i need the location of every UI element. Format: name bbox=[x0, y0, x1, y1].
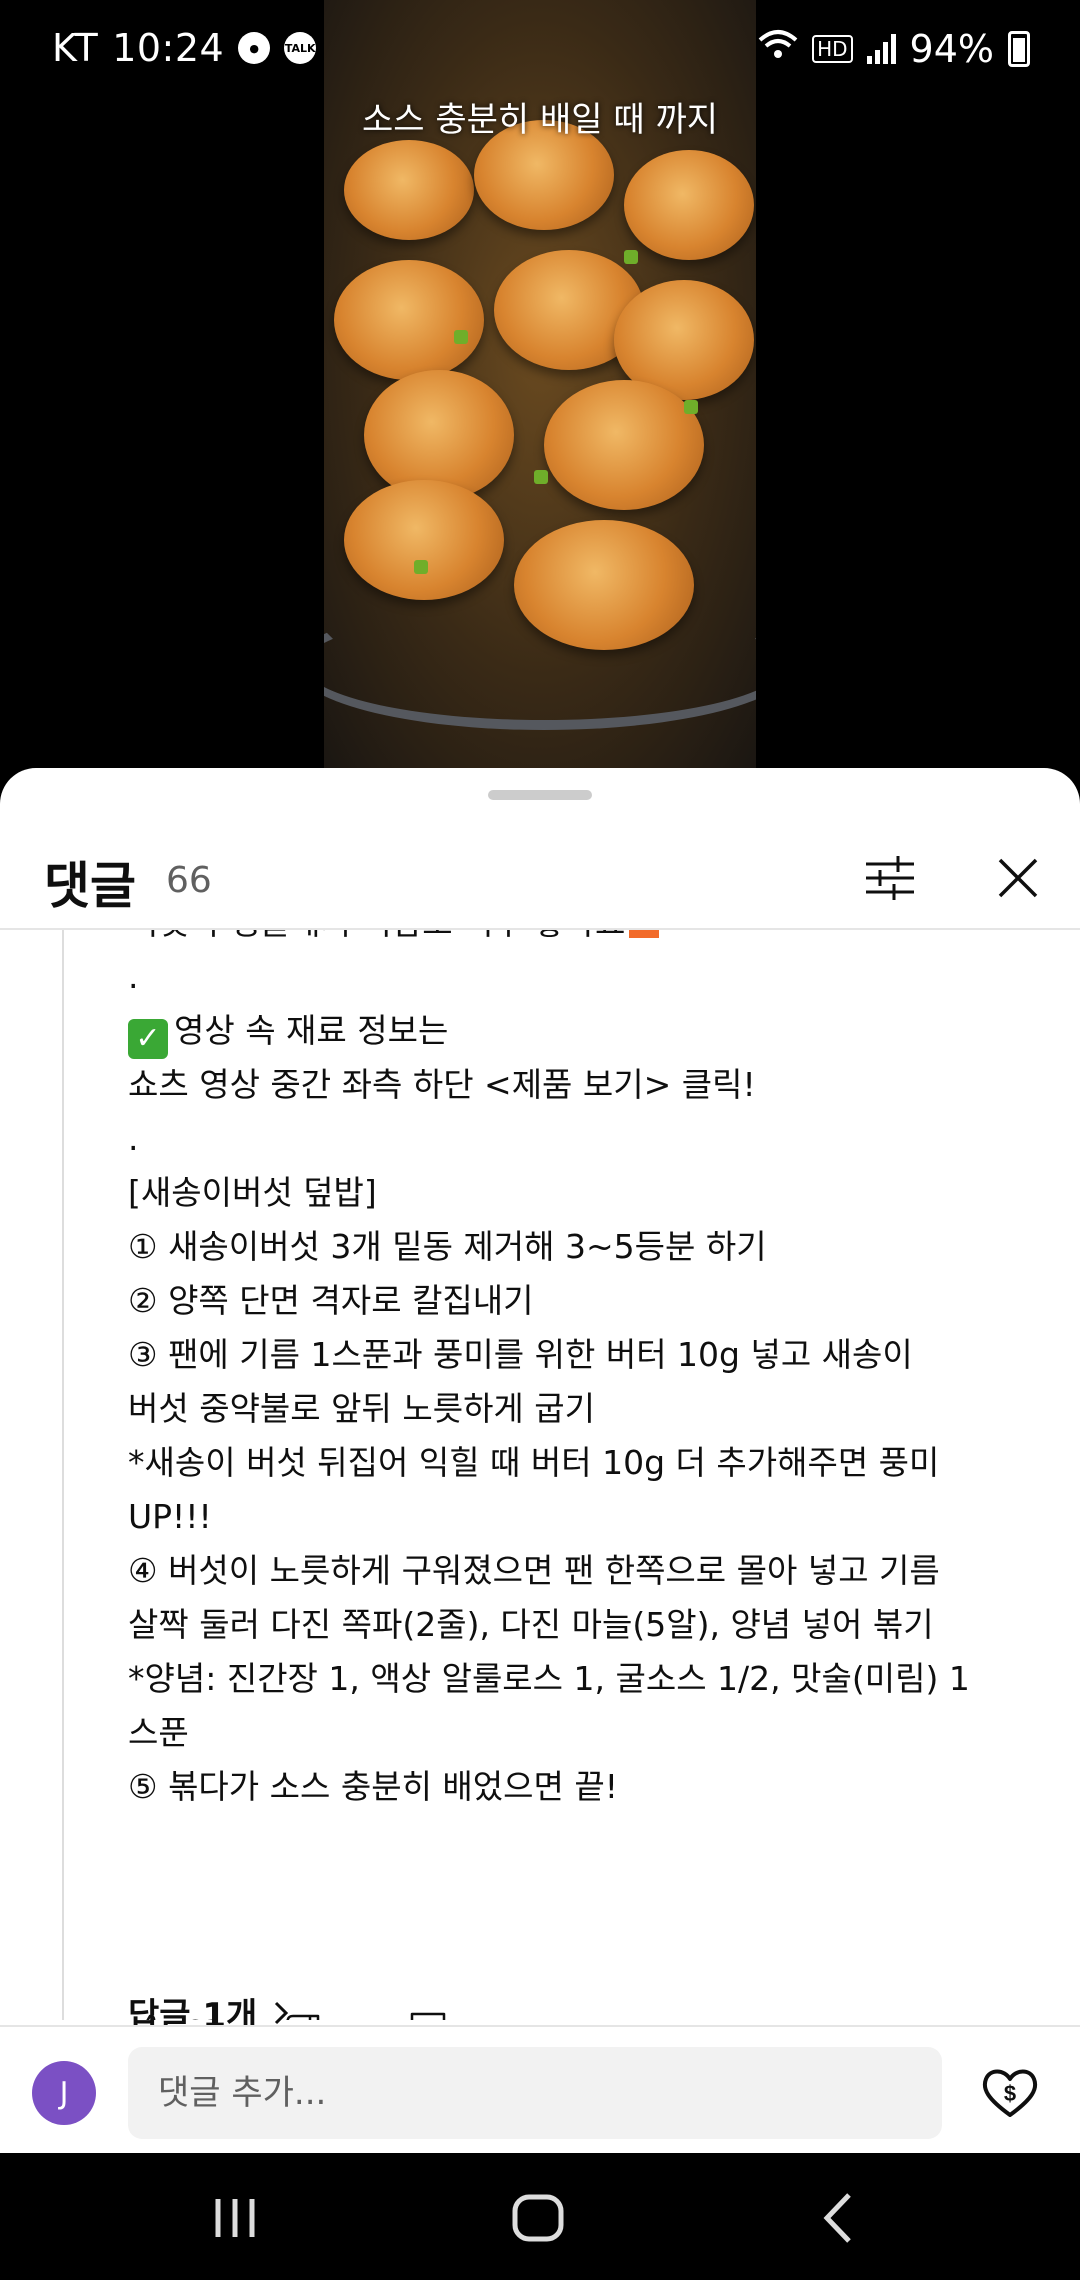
carrier-label: KT bbox=[52, 26, 99, 70]
back-icon bbox=[823, 2193, 851, 2243]
wifi-icon bbox=[758, 27, 798, 71]
sliders-icon bbox=[866, 856, 914, 900]
comment-line: ① 새송이버섯 3개 밑동 제거해 3~5등분 하기 bbox=[128, 1227, 767, 1266]
comment-line: ④ 버섯이 노릇하게 구워졌으면 팬 한쪽으로 몰아 넣고 기름 bbox=[128, 1551, 940, 1590]
chevron-right-icon bbox=[275, 2001, 289, 2024]
food-garnish bbox=[624, 250, 638, 264]
close-button[interactable] bbox=[988, 848, 1048, 908]
kakaotalk-icon: TALK bbox=[284, 32, 317, 64]
food-garnish bbox=[534, 470, 548, 484]
super-thanks-button[interactable]: $ bbox=[978, 2061, 1042, 2125]
home-icon bbox=[512, 2194, 564, 2242]
video-caption: 소스 충분히 배일 때 까지 bbox=[361, 100, 719, 140]
avatar[interactable]: J bbox=[32, 2061, 96, 2125]
food-garnish bbox=[454, 330, 468, 344]
system-nav-bar bbox=[0, 2153, 1080, 2280]
comment-line: ⑤ 볶다가 소스 충분히 배었으면 끝! bbox=[128, 1767, 618, 1806]
battery-percent: 94% bbox=[909, 26, 994, 71]
comment-input-bar: J 댓글 추가... $ bbox=[0, 2025, 1080, 2153]
comment-line: . bbox=[128, 1119, 139, 1158]
comment-input[interactable]: 댓글 추가... bbox=[128, 2047, 942, 2139]
comment-thread: 버섯이 탱글해서 식감도 너무 좋아요 . ✓영상 속 재료 정보는 쇼츠 영상… bbox=[0, 930, 1080, 2020]
comment-line: *양념: 진간장 1, 액상 알룰로스 1, 굴소스 1/2, 맛술(미림) 1 bbox=[128, 1659, 970, 1698]
comment-line: 버섯 중약불로 앞뒤 노릇하게 굽기 bbox=[128, 1389, 595, 1428]
comment-body: 버섯이 탱글해서 식감도 너무 좋아요 . ✓영상 속 재료 정보는 쇼츠 영상… bbox=[128, 930, 1008, 1814]
comment-line: 버섯이 탱글해서 식감도 너무 좋아요 bbox=[128, 930, 1008, 950]
comment-line: . bbox=[128, 957, 139, 996]
orange-heart-emoji-icon bbox=[629, 930, 660, 938]
clock: 10:24 bbox=[112, 26, 225, 70]
comment-line: 스푼 bbox=[128, 1713, 189, 1752]
reply-button[interactable] bbox=[406, 2010, 450, 2020]
close-icon bbox=[998, 858, 1038, 898]
drag-handle[interactable] bbox=[488, 790, 592, 800]
sheet-title: 댓글 bbox=[44, 857, 136, 915]
comment-line: ③ 팬에 기름 1스푼과 풍미를 위한 버터 10g 넣고 새송이 bbox=[128, 1335, 913, 1374]
recent-apps-button[interactable] bbox=[200, 2183, 270, 2253]
comments-sheet: 댓글 66 버섯이 탱글해서 식감도 너무 좋아요 . ✓영상 속 재료 정 bbox=[0, 768, 1080, 2153]
comment-line: 쇼츠 영상 중간 좌측 하단 <제품 보기> 클릭! bbox=[128, 1065, 756, 1104]
notification-icon: ● bbox=[238, 32, 271, 64]
comment-count: 66 bbox=[166, 860, 212, 901]
comment-line: UP!!! bbox=[128, 1497, 212, 1536]
food-garnish bbox=[684, 400, 698, 414]
heart-dollar-icon: $ bbox=[982, 2069, 1038, 2117]
comment-line: ✓ 영상 속 재료 정보는 bbox=[128, 1004, 1008, 1059]
thread-line bbox=[62, 930, 122, 2020]
svg-text:$: $ bbox=[1004, 2081, 1016, 2106]
back-button[interactable] bbox=[805, 2183, 875, 2253]
comment-line: 살짝 둘러 다진 쪽파(2줄), 다진 마늘(5알), 양념 넣어 볶기 bbox=[128, 1605, 934, 1644]
food-scallop bbox=[334, 260, 484, 380]
food-scallop bbox=[344, 140, 474, 240]
home-button[interactable] bbox=[503, 2183, 573, 2253]
food-scallop bbox=[544, 380, 704, 510]
recent-apps-icon bbox=[215, 2199, 255, 2237]
battery-icon bbox=[1008, 30, 1030, 67]
reply-comment-icon bbox=[410, 2012, 446, 2020]
food-scallop bbox=[624, 150, 754, 260]
sort-filter-button[interactable] bbox=[860, 848, 920, 908]
comment-line: *새송이 버섯 뒤집어 익힐 때 버터 10g 더 추가해주면 풍미 bbox=[128, 1443, 940, 1482]
comment-line: [새송이버섯 덮밥] bbox=[128, 1173, 377, 1212]
signal-icon bbox=[866, 33, 896, 64]
food-garnish bbox=[414, 560, 428, 574]
pan-rim bbox=[324, 600, 756, 730]
hd-icon: HD bbox=[812, 34, 853, 63]
check-mark-emoji-icon: ✓ bbox=[128, 1019, 168, 1059]
sheet-header: 댓글 66 bbox=[0, 828, 1080, 928]
food-scallop bbox=[344, 480, 504, 600]
comment-line: ② 양쪽 단면 격자로 칼집내기 bbox=[128, 1281, 534, 1320]
